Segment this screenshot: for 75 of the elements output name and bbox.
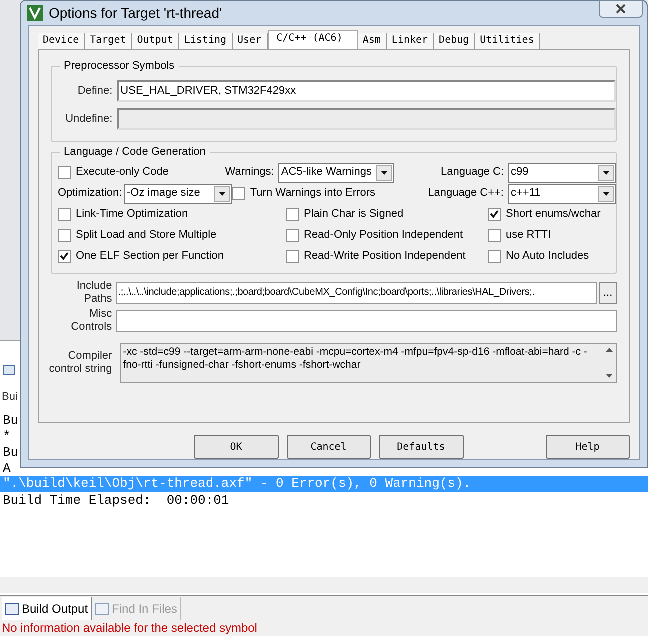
tab[interactable]: Device xyxy=(38,33,86,49)
checkbox-label: Link-Time Optimization xyxy=(76,207,188,222)
checkbox[interactable] xyxy=(488,208,501,221)
checkbox-label: Read-Write Position Independent xyxy=(304,249,466,264)
include-paths-field[interactable]: .;..\..\..\include;applications;.;board;board\CubeMX_Config\Inc;board\ports;..\libraries\HAL_Drivers;. xyxy=(116,282,598,304)
dialog-button[interactable]: Help xyxy=(546,435,630,459)
tab[interactable]: Asm xyxy=(358,33,387,49)
tab[interactable]: Listing xyxy=(179,33,233,49)
field-label: Define: xyxy=(76,84,114,99)
browse-button[interactable]: ... xyxy=(599,282,617,304)
checkbox[interactable] xyxy=(488,250,501,263)
checkbox[interactable] xyxy=(58,229,71,242)
checkbox-label: Short enums/wchar xyxy=(506,207,601,222)
checkbox[interactable] xyxy=(232,187,246,200)
dropdown-arrow-icon xyxy=(218,192,226,196)
misc-controls-field[interactable] xyxy=(116,310,617,332)
dropdown[interactable]: c99 xyxy=(508,162,616,182)
app-logo-icon xyxy=(27,5,43,21)
window-title: Options for Target 'rt-thread' xyxy=(49,4,222,23)
window-icon xyxy=(5,603,19,615)
tab[interactable]: User xyxy=(232,33,268,49)
panel-tab[interactable]: Build Output xyxy=(2,597,92,621)
dropdown-arrow-icon xyxy=(380,170,388,174)
output-line: Bu xyxy=(3,413,19,429)
dropdown[interactable]: c++11 xyxy=(508,184,616,204)
panel-icon xyxy=(3,365,15,375)
output-line: Bu xyxy=(3,445,19,461)
checkbox[interactable] xyxy=(58,250,71,263)
checkbox[interactable] xyxy=(58,166,71,179)
checkbox[interactable] xyxy=(286,208,299,221)
checkbox-label: Split Load and Store Multiple xyxy=(76,228,217,244)
field-label: Compiler control string xyxy=(49,350,114,376)
checkbox-label: No Auto Includes xyxy=(506,249,590,264)
dialog-button[interactable]: OK xyxy=(194,435,278,459)
output-line: A xyxy=(3,461,11,477)
dropdown[interactable]: -Oz image size xyxy=(124,184,232,204)
field-label: Misc Controls xyxy=(70,308,114,334)
output-line[interactable]: Build Time Elapsed: 00:00:01 xyxy=(0,493,648,509)
dropdown[interactable]: AC5-like Warnings xyxy=(278,162,394,182)
field-label: Include Paths xyxy=(76,280,114,306)
close-icon xyxy=(616,4,626,14)
field-label: Language C++: xyxy=(427,186,505,202)
tab[interactable]: C/C++ (AC6) xyxy=(268,30,358,49)
checkbox[interactable] xyxy=(58,208,71,221)
dropdown-arrow-icon xyxy=(602,170,610,174)
checkbox-label: Plain Char is Signed xyxy=(304,207,404,222)
tab[interactable]: Linker xyxy=(386,33,434,49)
checkbox-label: Read-Only Position Independent xyxy=(304,228,463,244)
tab[interactable]: Output xyxy=(132,33,180,49)
compiler-string-field: -xc -std=c99 --target=arm-arm-none-eabi -mcpu=cortex-m4 -mfpu=fpv4-sp-d16 -mfloat-abi=hard -c -fno-rtti -funsigned-char -fshort-enums -fshort-wchar xyxy=(120,343,617,383)
checkbox-label: Turn Warnings into Errors xyxy=(250,186,376,202)
checkbox[interactable] xyxy=(488,229,501,242)
checkbox-label: One ELF Section per Function xyxy=(76,249,224,264)
scroll-down-arrow-icon[interactable] xyxy=(606,374,612,378)
field-label: Optimization: xyxy=(58,186,124,202)
tab[interactable]: Debug xyxy=(434,33,476,49)
dialog-button[interactable]: Defaults xyxy=(379,435,464,459)
close-button[interactable] xyxy=(599,0,643,18)
checkbox[interactable] xyxy=(286,250,299,263)
scroll-up-arrow-icon[interactable] xyxy=(606,348,612,352)
tab[interactable]: Utilities xyxy=(475,33,540,49)
panel-title: Bui xyxy=(2,390,18,405)
field-label: Language C: xyxy=(440,165,505,180)
dialog-button[interactable]: Cancel xyxy=(286,435,371,459)
checkbox[interactable] xyxy=(286,229,299,242)
group-title: Preprocessor Symbols xyxy=(60,59,179,73)
checkbox-label: use RTTI xyxy=(506,228,552,244)
output-line: * xyxy=(3,429,11,445)
dropdown-arrow-icon xyxy=(602,192,610,196)
define-field[interactable]: USE_HAL_DRIVER, STM32F429xx xyxy=(116,80,616,102)
field-label: Undefine: xyxy=(64,112,114,127)
field-label: Warnings: xyxy=(224,165,276,180)
tab[interactable]: Target xyxy=(85,33,132,49)
checkbox-label: Execute-only Code xyxy=(76,165,169,180)
group-title: Language / Code Generation xyxy=(60,145,210,159)
